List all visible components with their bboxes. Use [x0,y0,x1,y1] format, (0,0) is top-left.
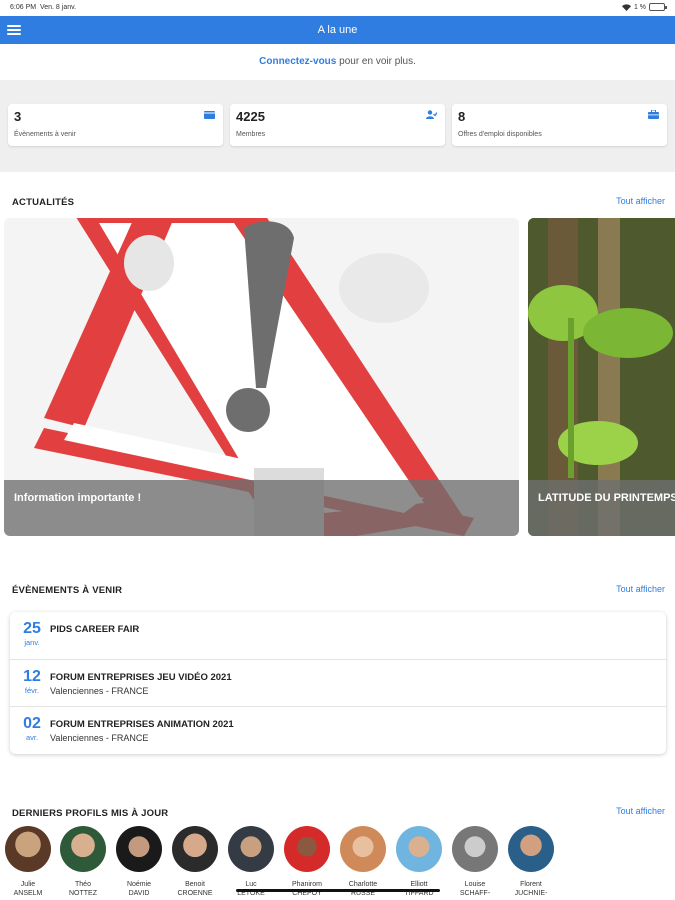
profile-item[interactable]: Théo NOTTEZ [55,826,111,898]
profile-name: Noémie DAVID [126,881,152,897]
news-see-all-link[interactable]: Tout afficher [616,196,665,206]
profile-item[interactable]: Elliott TIFFARD [391,826,447,898]
stats-section: 3 Évènements à venir 4225 Membres 8 Offr… [0,80,675,172]
stat-value: 8 [458,109,466,124]
stat-card-jobs[interactable]: 8 Offres d'emploi disponibles [452,104,667,146]
profile-name: Théo NOTTEZ [69,881,97,897]
event-month: avr. [25,733,39,742]
profiles-section-title: DERNIERS PROFILS MIS À JOUR [12,808,169,819]
stat-value: 3 [14,109,22,124]
news-section-title: ACTUALITÉS [12,197,75,208]
events-see-all-link[interactable]: Tout afficher [616,584,665,594]
event-day: 25 [23,620,41,637]
stat-card-events[interactable]: 3 Évènements à venir [8,104,223,146]
news-card[interactable]: Information importante ! [4,218,519,536]
event-month: janv. [24,638,40,647]
battery-icon [649,3,667,11]
status-right: 1 % [621,3,667,11]
briefcase-icon [648,110,659,119]
news-card[interactable]: LATITUDE DU PRINTEMPS [528,218,675,536]
avatar [116,826,162,872]
battery-percent: 1 % [633,3,646,11]
avatar [228,826,274,872]
profile-item[interactable]: Julie ANSELM [0,826,56,898]
news-caption: Information importante ! [4,480,519,536]
avatar [508,826,554,872]
profile-item[interactable]: Charlotte RUSSE [335,826,391,898]
event-name: FORUM ENTREPRISES ANIMATION 2021 [50,719,234,730]
news-caption: LATITUDE DU PRINTEMPS [528,480,675,536]
status-time: 6:06 PM Ven. 8 janv. [10,4,77,11]
events-section-title: ÉVÈNEMENTS À VENIR [12,585,123,596]
profile-item[interactable]: Phanirom CHEPOY [279,826,335,898]
login-link[interactable]: Connectez-vous [259,56,336,67]
avatar [60,826,106,872]
profile-name: Benoit CROENNE [177,881,213,897]
avatar [396,826,442,872]
events-list: 25 janv. PIDS CAREER FAIR 12 févr. FORUM… [10,612,666,754]
profile-name: Louise SCHAFF- [459,881,491,897]
profile-item[interactable]: Luc LETOKE [223,826,279,898]
avatar [340,826,386,872]
profile-item[interactable]: Louise SCHAFF- [447,826,503,898]
event-day: 02 [23,715,41,732]
stat-card-members[interactable]: 4225 Membres [230,104,445,146]
event-item[interactable]: 02 avr. FORUM ENTREPRISES ANIMATION 2021… [10,706,666,753]
avatar [452,826,498,872]
event-name: PIDS CAREER FAIR [50,624,140,635]
event-name: FORUM ENTREPRISES JEU VIDÉO 2021 [50,672,232,683]
stat-label: Offres d'emploi disponibles [458,131,542,138]
event-location: Valenciennes - FRANCE [50,733,149,743]
profile-item[interactable]: Florent JUCHNIE- [503,826,559,898]
page-title: A la une [317,24,358,36]
top-navbar: A la une [0,16,675,44]
event-item[interactable]: 12 févr. FORUM ENTREPRISES JEU VIDÉO 202… [10,659,666,706]
profile-item[interactable]: Benoit CROENNE [167,826,223,898]
wifi-icon [621,3,631,11]
profile-item[interactable]: Noémie DAVID [111,826,167,898]
login-suffix: pour en voir plus. [336,56,416,67]
calendar-icon [204,111,215,119]
stat-label: Membres [236,131,266,138]
event-location: Valenciennes - FRANCE [50,686,149,696]
avatar [5,826,51,872]
event-day: 12 [23,668,41,685]
avatar [172,826,218,872]
event-month: févr. [24,686,40,695]
stat-value: 4225 [236,109,265,124]
status-bar: 6:06 PM Ven. 8 janv. 1 % [0,0,675,16]
profile-name: Julie ANSELM [13,881,43,897]
login-prompt: Connectez-vous pour en voir plus. [0,56,675,67]
profiles-see-all-link[interactable]: Tout afficher [616,806,665,816]
avatar [284,826,330,872]
home-indicator [236,889,440,892]
stat-label: Évènements à venir [14,131,76,138]
event-item[interactable]: 25 janv. PIDS CAREER FAIR [10,612,666,659]
profile-name: Florent JUCHNIE- [514,881,548,897]
members-icon [426,110,437,119]
